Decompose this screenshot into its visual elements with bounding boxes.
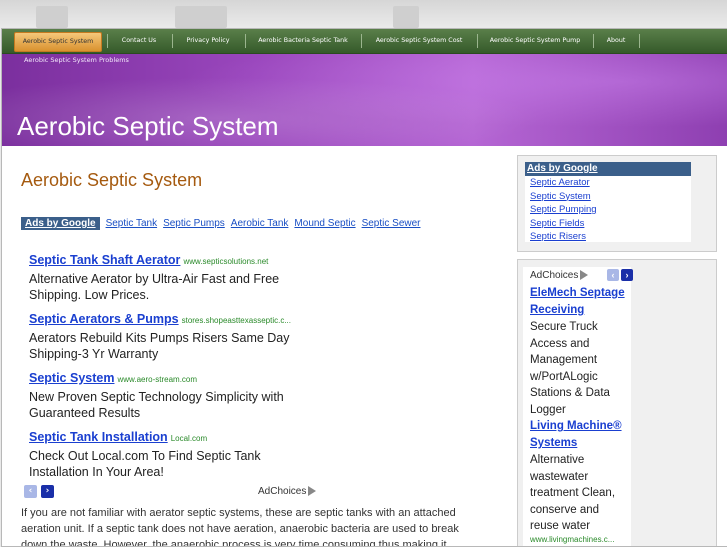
- ad-title[interactable]: Septic Tank Installation: [29, 430, 168, 444]
- nav-item-aerobic-septic-system-cost[interactable]: Aerobic Septic System Cost: [364, 32, 474, 50]
- ad-description: Aerators Rebuild Kits Pumps Risers Same …: [29, 331, 290, 361]
- nav-divider: [639, 34, 640, 48]
- ad-description: Check Out Local.com To Find Septic Tank …: [29, 449, 261, 479]
- adchoices-link[interactable]: AdChoices: [258, 486, 317, 497]
- sidebar-ad-description: Secure Truck Access and Management w/Por…: [530, 321, 610, 416]
- nav-item-about[interactable]: About: [596, 32, 636, 50]
- page-heading: Aerobic Septic System: [21, 170, 203, 190]
- sidebar-link-list: Septic Aerator Septic System Septic Pump…: [525, 176, 691, 242]
- sidebar-ad-links: Ads by Google Septic Aerator Septic Syst…: [517, 155, 717, 252]
- ad-url[interactable]: www.septicsolutions.net: [183, 257, 268, 266]
- article-body-text: If you are not familiar with aerator sep…: [21, 507, 459, 547]
- sidebar-link-septic-risers[interactable]: Septic Risers: [525, 230, 691, 244]
- nav-item-aerobic-bacteria-septic-tank[interactable]: Aerobic Bacteria Septic Tank: [248, 32, 358, 50]
- ad-description: Alternative Aerator by Ultra-Air Fast an…: [29, 272, 280, 302]
- ad-url[interactable]: www.aero-stream.com: [117, 375, 197, 384]
- ad-url[interactable]: stores.shopeasttexasseptic.c...: [182, 316, 291, 325]
- sidebar-adchoices-label: AdChoices: [530, 270, 579, 281]
- nav-item-aerobic-septic-system[interactable]: Aerobic Septic System: [14, 32, 102, 52]
- top-decoration: [36, 6, 68, 28]
- nav-item-aerobic-septic-system-problems[interactable]: Aerobic Septic System Problems: [24, 56, 129, 64]
- top-decoration: [393, 6, 419, 28]
- site-title[interactable]: Aerobic Septic System: [17, 111, 279, 142]
- sidebar-ad-title[interactable]: Living Machine® Systems: [530, 418, 630, 452]
- ad-title[interactable]: Septic Aerators & Pumps: [29, 312, 179, 326]
- ad-links-bar: Ads by Google Septic Tank Septic Pumps Aero…: [21, 217, 421, 230]
- top-nav: Aerobic Septic System Contact Us Privacy…: [2, 29, 727, 54]
- adchoices-label: AdChoices: [258, 486, 307, 497]
- header-banner: Aerobic Septic System Problems Aerobic S…: [2, 54, 727, 146]
- adchoices-icon: [580, 270, 589, 281]
- sidebar-link-septic-fields[interactable]: Septic Fields: [525, 217, 691, 231]
- ad-description: New Proven Septic Technology Simplicity …: [29, 390, 284, 420]
- browser-top-strip: [0, 0, 727, 30]
- main-content: Aerobic Septic System Ads by Google Septi…: [2, 146, 727, 546]
- nav-item-contact-us[interactable]: Contact Us: [110, 32, 168, 50]
- nav-divider: [107, 34, 108, 48]
- ad-link-aerobic-tank[interactable]: Aerobic Tank: [231, 218, 289, 229]
- sidebar-link-septic-aerator[interactable]: Septic Aerator: [525, 176, 691, 190]
- sidebar-link-septic-system[interactable]: Septic System: [525, 190, 691, 204]
- nav-divider: [361, 34, 362, 48]
- chevron-right-icon: ›: [45, 486, 50, 496]
- ad-title[interactable]: Septic System: [29, 371, 114, 385]
- sidebar-ad-box: AdChoices ‹ › EleMech Septage Receiving …: [517, 259, 717, 546]
- chevron-left-icon: ‹: [28, 486, 33, 496]
- sidebar-ad-url[interactable]: www.livingmachines.c...: [530, 535, 631, 544]
- sidebar-ads-by-google[interactable]: Ads by Google: [525, 162, 691, 176]
- adchoices-icon: [308, 486, 317, 497]
- ad-block: Septic System www.aero-stream.com New Pro…: [29, 369, 319, 421]
- sidebar-ad-next-button[interactable]: ›: [621, 269, 633, 281]
- ads-by-google-label[interactable]: Ads by Google: [21, 217, 100, 230]
- chevron-left-icon: ‹: [611, 270, 615, 280]
- ad-block: Septic Tank Shaft Aerator www.septicsolut…: [29, 251, 319, 303]
- ad-block: Septic Tank Installation Local.com Check …: [29, 428, 319, 480]
- nav-divider: [593, 34, 594, 48]
- ad-link-septic-tank[interactable]: Septic Tank: [106, 218, 158, 229]
- nav-divider: [172, 34, 173, 48]
- ad-url[interactable]: Local.com: [171, 434, 207, 443]
- sidebar-adchoices-link[interactable]: AdChoices: [530, 270, 589, 281]
- ad-block: Septic Aerators & Pumps stores.shopeastte…: [29, 310, 319, 362]
- ad-link-septic-sewer[interactable]: Septic Sewer: [362, 218, 421, 229]
- sidebar-ad-inner: AdChoices ‹ › EleMech Septage Receiving …: [523, 267, 633, 546]
- top-decoration: [175, 6, 227, 28]
- sidebar-link-septic-pumping[interactable]: Septic Pumping: [525, 203, 691, 217]
- ad-link-septic-pumps[interactable]: Septic Pumps: [163, 218, 225, 229]
- sidebar-ad-description: Alternative wastewater treatment Clean, …: [530, 454, 616, 532]
- ad-prev-button[interactable]: ‹: [24, 485, 37, 498]
- chevron-right-icon: ›: [625, 270, 629, 280]
- nav-item-aerobic-septic-system-pump[interactable]: Aerobic Septic System Pump: [480, 32, 590, 50]
- nav-divider: [477, 34, 478, 48]
- sidebar-ad-title[interactable]: EleMech Septage Receiving: [530, 285, 630, 319]
- ad-next-button[interactable]: ›: [41, 485, 54, 498]
- ad-title[interactable]: Septic Tank Shaft Aerator: [29, 253, 180, 267]
- ad-link-mound-septic[interactable]: Mound Septic: [294, 218, 355, 229]
- nav-item-privacy-policy[interactable]: Privacy Policy: [175, 32, 241, 50]
- sidebar-ad-prev-button[interactable]: ‹: [607, 269, 619, 281]
- sidebar-adchoices-row: AdChoices ‹ ›: [523, 267, 633, 285]
- page-container: Aerobic Septic System Contact Us Privacy…: [1, 28, 727, 547]
- nav-divider: [245, 34, 246, 48]
